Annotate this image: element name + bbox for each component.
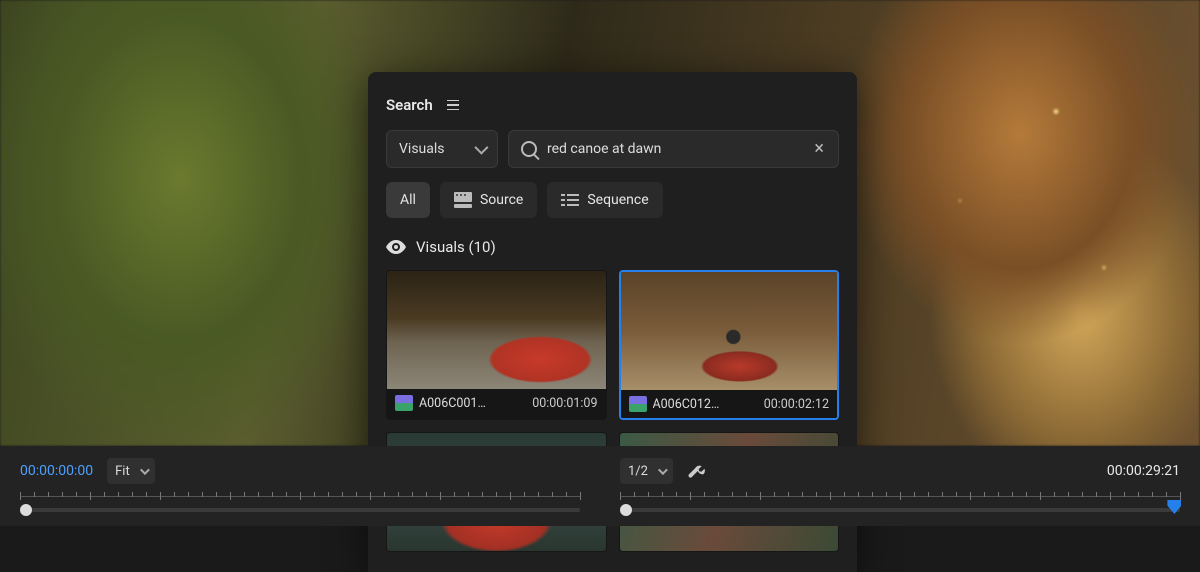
playback-resolution-label: 1/2	[628, 464, 648, 479]
panel-header: Search	[386, 96, 839, 114]
source-scrubber[interactable]	[20, 492, 580, 516]
search-controls-row: Visuals ×	[386, 130, 839, 168]
source-icon	[454, 192, 472, 208]
program-monitor-footer: 1/2 00:00:29:21	[600, 446, 1200, 526]
playback-resolution-dropdown[interactable]: 1/2	[620, 458, 673, 484]
panel-title: Search	[386, 96, 433, 114]
search-box[interactable]: ×	[508, 130, 839, 168]
clip-icon	[629, 396, 647, 412]
chip-sequence-label: Sequence	[587, 192, 648, 208]
clip-name: A006C001…	[419, 396, 486, 411]
search-icon	[521, 141, 537, 157]
results-section-label: Visuals (10)	[416, 238, 496, 256]
clip-name: A006C012…	[653, 397, 720, 412]
result-thumb[interactable]: A006C001… 00:00:01:09	[386, 270, 607, 420]
chip-all-label: All	[400, 192, 416, 208]
scrubber-knob[interactable]	[620, 504, 632, 516]
monitor-footer: 00:00:00:00 Fit 1/2 00:00:29:21	[0, 446, 1200, 526]
clip-timecode: 00:00:01:09	[532, 396, 597, 411]
thumbnail-image	[621, 272, 838, 390]
thumbnail-caption: A006C012… 00:00:02:12	[621, 390, 838, 418]
scrubber-knob[interactable]	[20, 504, 32, 516]
filter-chips: All Source Sequence	[386, 182, 839, 218]
thumbnail-caption: A006C001… 00:00:01:09	[387, 389, 606, 417]
chevron-down-icon	[140, 465, 150, 475]
chip-sequence[interactable]: Sequence	[547, 182, 662, 218]
zoom-fit-dropdown[interactable]: Fit	[107, 458, 155, 484]
results-section-header: Visuals (10)	[386, 238, 839, 256]
program-duration-timecode[interactable]: 00:00:29:21	[1107, 463, 1180, 479]
chip-source-label: Source	[480, 192, 523, 208]
chip-all[interactable]: All	[386, 182, 430, 218]
thumbnail-image	[387, 271, 606, 389]
panel-menu-icon[interactable]	[447, 100, 459, 111]
chip-source[interactable]: Source	[440, 182, 537, 218]
settings-wrench-icon[interactable]	[687, 462, 705, 480]
chevron-down-icon	[474, 141, 488, 155]
zoom-fit-label: Fit	[115, 464, 130, 479]
category-dropdown-label: Visuals	[399, 141, 445, 157]
result-thumb[interactable]: A006C012… 00:00:02:12	[619, 270, 840, 420]
sequence-icon	[561, 193, 579, 207]
eye-icon	[386, 240, 406, 254]
source-monitor-footer: 00:00:00:00 Fit	[0, 446, 600, 526]
chevron-down-icon	[658, 465, 668, 475]
clear-search-icon[interactable]: ×	[812, 140, 826, 158]
category-dropdown[interactable]: Visuals	[386, 130, 498, 168]
program-scrubber[interactable]	[620, 492, 1180, 516]
source-playhead-timecode[interactable]: 00:00:00:00	[20, 463, 93, 479]
search-input[interactable]	[547, 141, 802, 157]
clip-icon	[395, 395, 413, 411]
clip-timecode: 00:00:02:12	[764, 397, 829, 412]
